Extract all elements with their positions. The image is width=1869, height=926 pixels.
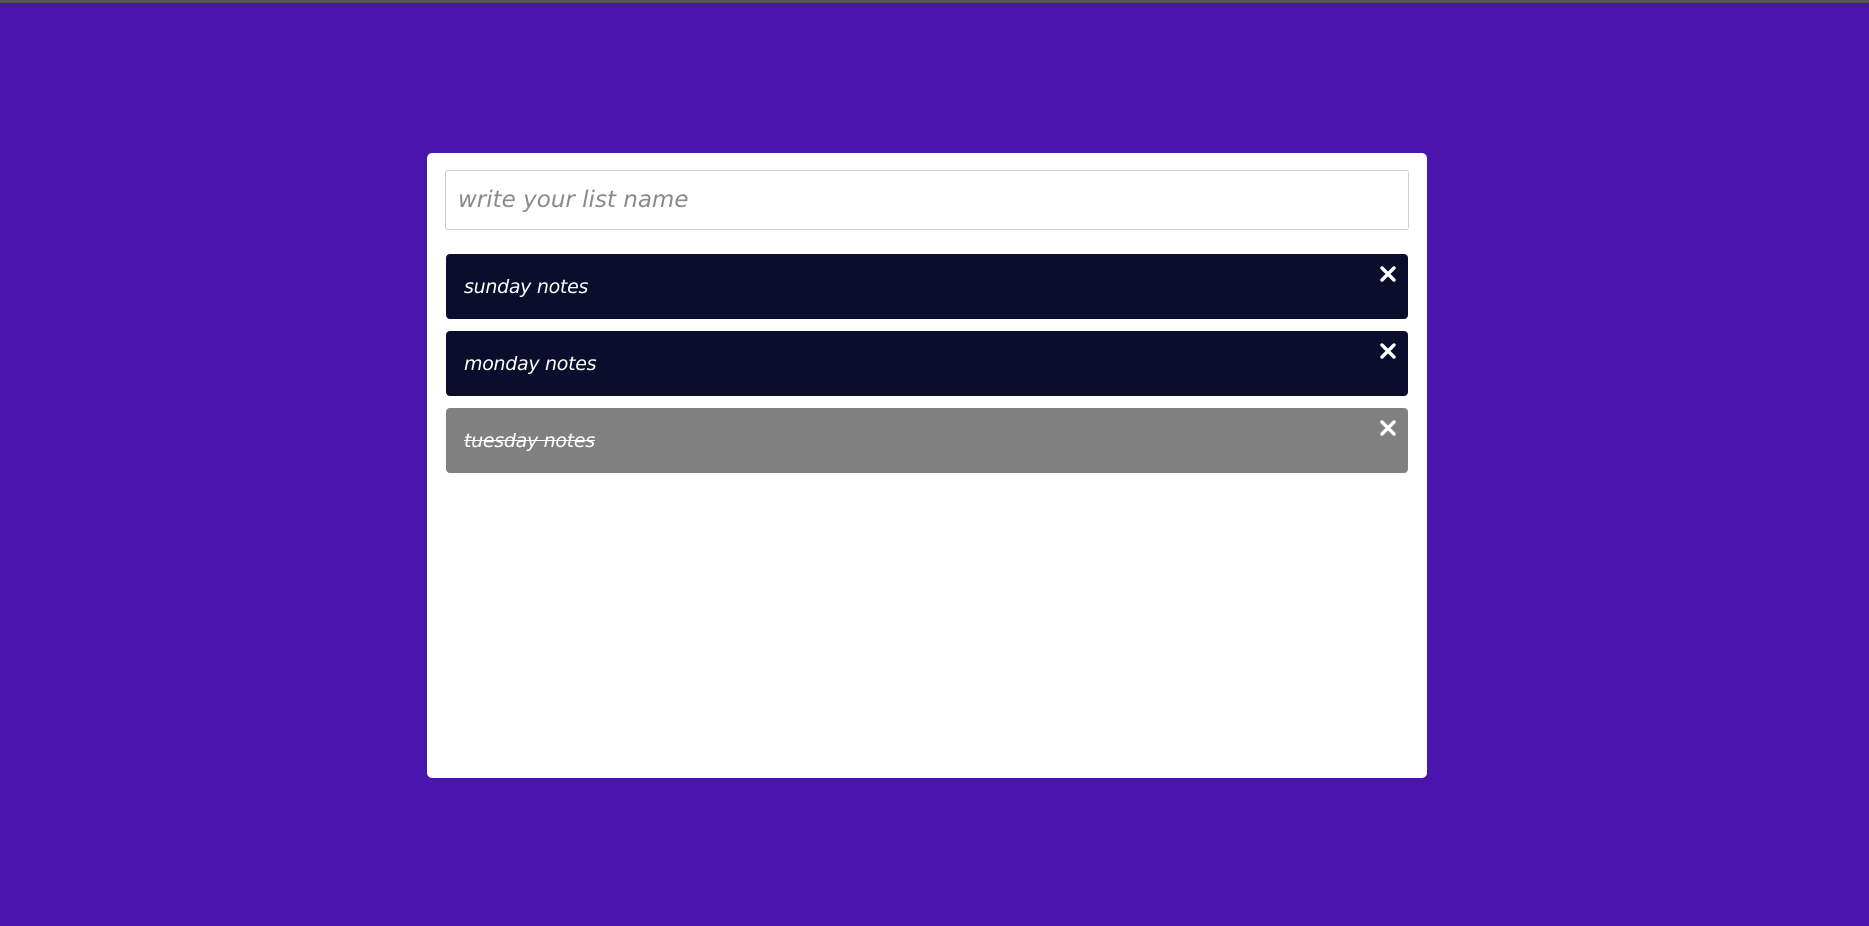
list-item-completed[interactable]: tuesday notes: [446, 408, 1408, 473]
list-panel: sunday notes monday notes tuesday notes: [427, 153, 1427, 778]
close-icon[interactable]: [1378, 264, 1398, 284]
list-items: sunday notes monday notes tuesday notes: [446, 254, 1408, 485]
list-item-label: tuesday notes: [464, 430, 595, 452]
list-item-label: monday notes: [464, 353, 597, 375]
window-top-border: [0, 0, 1869, 3]
list-item[interactable]: sunday notes: [446, 254, 1408, 319]
list-item-label: sunday notes: [464, 276, 589, 298]
list-name-input[interactable]: [445, 170, 1409, 230]
close-icon[interactable]: [1378, 341, 1398, 361]
list-item[interactable]: monday notes: [446, 331, 1408, 396]
close-icon[interactable]: [1378, 418, 1398, 438]
